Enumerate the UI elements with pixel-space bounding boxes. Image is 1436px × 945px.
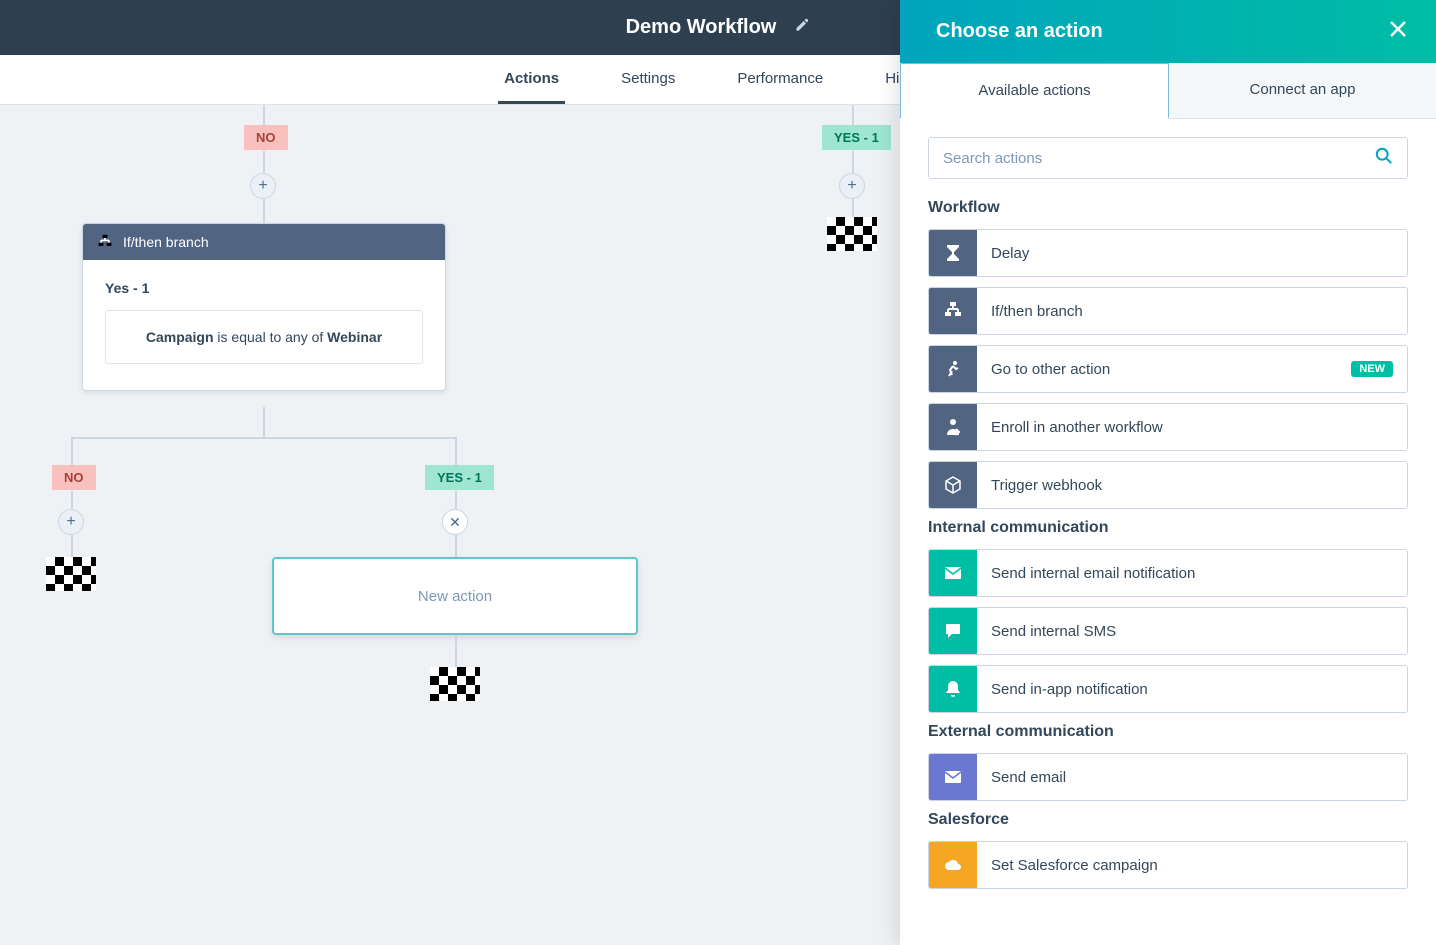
workflow-canvas[interactable]: NO YES - 1 + + If/then branch Yes - 1 Ca… bbox=[0, 105, 900, 945]
action-label: If/then branch bbox=[977, 303, 1407, 320]
mail-icon bbox=[929, 550, 977, 596]
hourglass-icon bbox=[929, 230, 977, 276]
action-label: Trigger webhook bbox=[977, 477, 1407, 494]
section-title: Internal communication bbox=[928, 519, 1408, 537]
branch-card[interactable]: If/then branch Yes - 1 Campaign is equal… bbox=[82, 223, 446, 391]
panel-tabs: Available actions Connect an app bbox=[900, 63, 1436, 119]
workflow-title: Demo Workflow bbox=[626, 16, 777, 39]
branch-condition: Campaign is equal to any of Webinar bbox=[105, 310, 423, 364]
new-action-placeholder[interactable]: New action bbox=[272, 557, 638, 635]
tab-settings[interactable]: Settings bbox=[615, 55, 681, 104]
connector bbox=[71, 491, 73, 509]
action-item[interactable]: Go to other actionNEW bbox=[928, 345, 1408, 393]
action-item[interactable]: Trigger webhook bbox=[928, 461, 1408, 509]
sms-icon bbox=[929, 608, 977, 654]
search-box[interactable] bbox=[928, 137, 1408, 179]
section-title: Workflow bbox=[928, 199, 1408, 217]
panel-tab-available[interactable]: Available actions bbox=[900, 63, 1169, 119]
connector bbox=[263, 151, 265, 173]
condition-value: Webinar bbox=[327, 329, 382, 345]
new-badge: NEW bbox=[1351, 361, 1393, 377]
panel-body: Workflow Delay If/then branch Go to other a… bbox=[900, 119, 1436, 945]
action-item[interactable]: Enroll in another workflow bbox=[928, 403, 1408, 451]
action-label: Send internal SMS bbox=[977, 623, 1407, 640]
tab-actions[interactable]: Actions bbox=[498, 55, 565, 104]
enroll-icon bbox=[929, 404, 977, 450]
remove-action-button[interactable] bbox=[442, 509, 468, 535]
branch-card-title: If/then branch bbox=[123, 234, 209, 250]
search-icon bbox=[1375, 147, 1393, 170]
branch-card-header: If/then branch bbox=[83, 224, 445, 260]
condition-operator: is equal to any of bbox=[214, 329, 328, 345]
walk-icon bbox=[929, 346, 977, 392]
connector bbox=[263, 199, 265, 223]
connector bbox=[263, 407, 265, 437]
edit-title-icon[interactable] bbox=[794, 16, 810, 39]
action-label: Enroll in another workflow bbox=[977, 419, 1407, 436]
connector bbox=[71, 437, 73, 465]
add-action-button[interactable]: + bbox=[250, 173, 276, 199]
action-panel: Choose an action Available actions Conne… bbox=[900, 0, 1436, 945]
branch-label-yes-bottom: YES - 1 bbox=[425, 465, 494, 490]
connector bbox=[263, 105, 265, 125]
add-action-button[interactable]: + bbox=[58, 509, 84, 535]
end-flag-icon bbox=[430, 667, 480, 701]
connector bbox=[455, 635, 457, 667]
add-action-button[interactable]: + bbox=[839, 173, 865, 199]
action-item[interactable]: Send in-app notification bbox=[928, 665, 1408, 713]
connector bbox=[852, 199, 854, 217]
connector bbox=[455, 535, 457, 557]
close-panel-button[interactable] bbox=[1388, 19, 1408, 45]
action-item[interactable]: Send internal email notification bbox=[928, 549, 1408, 597]
action-label: Send email bbox=[977, 769, 1407, 786]
search-input[interactable] bbox=[943, 150, 1375, 167]
action-label: Send internal email notification bbox=[977, 565, 1407, 582]
section-title: Salesforce bbox=[928, 811, 1408, 829]
cloud-icon bbox=[929, 842, 977, 888]
end-flag-icon bbox=[46, 557, 96, 591]
action-item[interactable]: Send internal SMS bbox=[928, 607, 1408, 655]
connector bbox=[71, 535, 73, 557]
action-label: Delay bbox=[977, 245, 1407, 262]
action-label: Send in-app notification bbox=[977, 681, 1407, 698]
connector bbox=[455, 437, 457, 465]
branch-inner-label: Yes - 1 bbox=[105, 280, 423, 296]
action-label: Go to other action bbox=[977, 361, 1351, 378]
mail-icon bbox=[929, 754, 977, 800]
connector bbox=[71, 437, 457, 439]
branch-label-no-bottom: NO bbox=[52, 465, 96, 490]
bell-icon bbox=[929, 666, 977, 712]
condition-field: Campaign bbox=[146, 329, 214, 345]
branch-icon bbox=[929, 288, 977, 334]
connector bbox=[852, 151, 854, 173]
action-item[interactable]: If/then branch bbox=[928, 287, 1408, 335]
branch-label-yes-top: YES - 1 bbox=[822, 125, 891, 150]
action-item[interactable]: Send email bbox=[928, 753, 1408, 801]
panel-header: Choose an action bbox=[900, 0, 1436, 63]
connector bbox=[455, 491, 457, 509]
action-item[interactable]: Delay bbox=[928, 229, 1408, 277]
branch-label-no-top: NO bbox=[244, 125, 288, 150]
action-item[interactable]: Set Salesforce campaign bbox=[928, 841, 1408, 889]
cube-icon bbox=[929, 462, 977, 508]
section-title: External communication bbox=[928, 723, 1408, 741]
branch-icon bbox=[97, 234, 113, 250]
panel-tab-connect[interactable]: Connect an app bbox=[1169, 63, 1436, 118]
tab-performance[interactable]: Performance bbox=[731, 55, 829, 104]
panel-title: Choose an action bbox=[936, 20, 1103, 43]
action-label: Set Salesforce campaign bbox=[977, 857, 1407, 874]
new-action-label: New action bbox=[418, 588, 492, 605]
connector bbox=[852, 105, 854, 125]
end-flag-icon bbox=[827, 217, 877, 251]
